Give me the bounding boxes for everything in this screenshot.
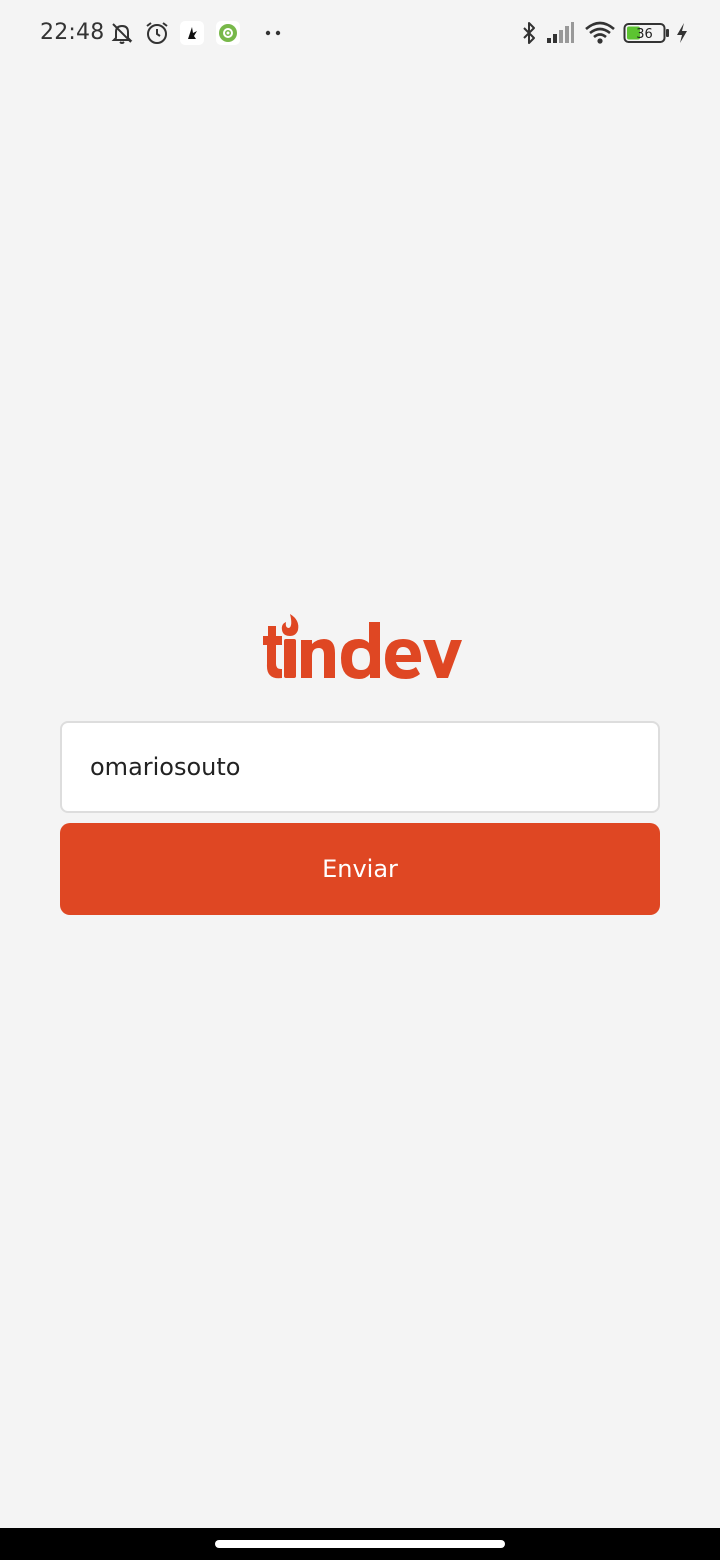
submit-button[interactable]: Enviar — [60, 823, 660, 915]
tindev-logo — [262, 612, 462, 682]
status-bar: 22:48 36 — [0, 0, 720, 68]
charging-icon — [673, 20, 691, 46]
battery-icon: 36 — [623, 20, 671, 46]
mute-notifications-icon — [108, 20, 136, 46]
wifi-icon — [583, 20, 617, 46]
bluetooth-icon — [518, 20, 540, 46]
home-indicator[interactable] — [215, 1540, 505, 1548]
alarm-icon — [143, 20, 171, 46]
username-input[interactable] — [60, 721, 660, 813]
system-navigation-bar — [0, 1528, 720, 1560]
android-settings-icon — [215, 20, 241, 46]
status-time: 22:48 — [40, 20, 105, 45]
battery-level-text: 36 — [636, 27, 653, 42]
submit-button-label: Enviar — [322, 855, 398, 883]
app-notification-icon — [179, 20, 205, 46]
signal-icon — [545, 20, 575, 46]
more-dots-icon — [262, 20, 284, 46]
